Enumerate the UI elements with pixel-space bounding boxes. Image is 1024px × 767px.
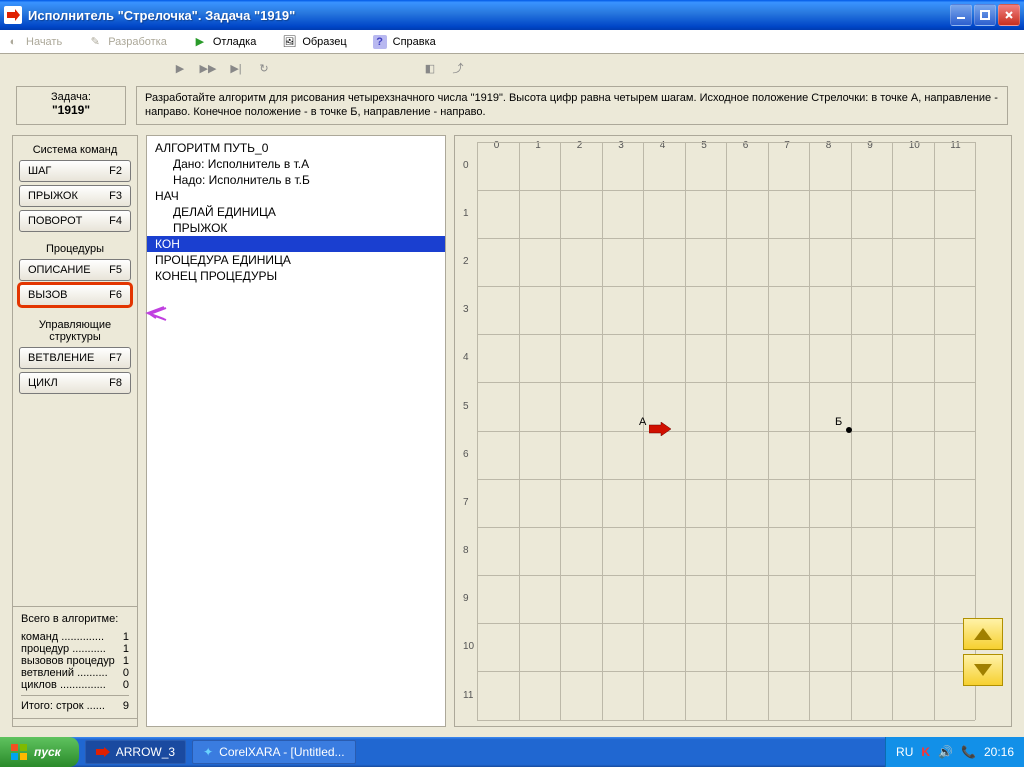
taskbar-task-corel[interactable]: ✦ CorelXARA - [Untitled... [192,740,355,764]
code-line[interactable]: ПРОЦЕДУРА ЕДИНИЦА [147,252,445,268]
task-row: Задача: "1919" Разработайте алгоритм для… [0,82,1024,135]
tray-icon[interactable]: 📞 [961,745,976,759]
system-tray[interactable]: RU K 🔊 📞 20:16 [885,737,1024,767]
stats-title: Всего в алгоритме: [21,613,129,625]
cmd-step[interactable]: ШАГF2 [19,160,131,182]
menu-bar: ◐Начать ✎Разработка ▶Отладка 🖼Образец ?С… [0,30,1024,54]
code-line[interactable]: ПРЫЖОК [147,220,445,236]
tray-icon[interactable]: K [921,745,930,759]
play-button[interactable]: ▶ [170,58,190,78]
cmd-jump[interactable]: ПРЫЖОКF3 [19,185,131,207]
fastforward-button[interactable]: ▶▶ [198,58,218,78]
close-button[interactable] [998,4,1020,26]
minimize-button[interactable] [950,4,972,26]
cmd-call[interactable]: ВЫЗОВF6 [19,284,131,306]
cmd-turn[interactable]: ПОВОРОТF4 [19,210,131,232]
skip-button[interactable]: ▶| [226,58,246,78]
stats-row: команд ..............1 [21,631,129,643]
nav-up-button[interactable] [963,618,1003,650]
stats-row: процедур ...........1 [21,643,129,655]
menu-debug[interactable]: ▶Отладка [193,35,256,49]
picture-icon: 🖼 [282,35,296,49]
code-editor[interactable]: АЛГОРИТМ ПУТЬ_0 Дано: Исполнитель в т.А … [146,135,446,727]
taskbar-task-arrow[interactable]: ARROW_3 [85,740,186,764]
code-line[interactable]: НАЧ [147,188,445,204]
nav-down-button[interactable] [963,654,1003,686]
task-id-box: Задача: "1919" [16,86,126,125]
maximize-button[interactable] [974,4,996,26]
edit-icon: ✎ [88,35,102,49]
code-line[interactable]: Дано: Исполнитель в т.А [147,156,445,172]
group1-title: Система команд [33,144,118,156]
task-text: Разработайте алгоритм для рисования четы… [136,86,1008,125]
lang-indicator[interactable]: RU [896,745,913,759]
stats-total: Итого: строк ......9 [21,700,129,712]
code-line[interactable]: АЛГОРИТМ ПУТЬ_0 [147,140,445,156]
hint-arrow-icon [144,304,168,324]
stats-panel: Всего в алгоритме: команд ..............… [12,606,138,719]
corel-icon: ✦ [203,745,213,759]
play-icon: ▶ [193,35,207,49]
tool-a-button[interactable]: ◧ [420,58,440,78]
stats-row: циклов ...............0 [21,679,129,691]
title-bar: Исполнитель "Стрелочка". Задача "1919" [0,0,1024,30]
code-line[interactable]: КОНЕЦ ПРОЦЕДУРЫ [147,268,445,284]
drawing-canvas[interactable]: 0123456789101101234567891011 А Б [477,142,975,720]
arrow-icon [96,747,110,757]
grid-panel: 0123456789101101234567891011 А Б [454,135,1012,727]
code-line[interactable]: ДЕЛАЙ ЕДИНИЦА [147,204,445,220]
window-title: Исполнитель "Стрелочка". Задача "1919" [28,8,950,23]
stats-row: вызовов процедур 1 [21,655,129,667]
menu-help[interactable]: ?Справка [373,35,436,49]
menu-develop: ✎Разработка [88,35,167,49]
cmd-loop[interactable]: ЦИКЛF8 [19,372,131,394]
group3-title: Управляющие структуры [18,319,132,343]
code-line-selected[interactable]: КОН [147,236,445,252]
tool-b-button[interactable]: ⤴ [448,58,468,78]
code-line[interactable]: Надо: Исполнитель в т.Б [147,172,445,188]
taskbar: пуск ARROW_3 ✦ CorelXARA - [Untitled... … [0,737,1024,767]
menu-sample[interactable]: 🖼Образец [282,35,346,49]
group2-title: Процедуры [46,243,104,255]
app-icon [4,6,22,24]
menu-start: ◐Начать [6,35,62,49]
point-a-label: А [639,416,646,428]
sphere-icon: ◐ [6,35,20,49]
loop-button[interactable]: ↻ [254,58,274,78]
arrow-cursor-icon [649,422,673,436]
stats-row: ветвлений ..........0 [21,667,129,679]
help-icon: ? [373,35,387,49]
cmd-describe[interactable]: ОПИСАНИЕF5 [19,259,131,281]
cmd-branch[interactable]: ВЕТВЛЕНИЕF7 [19,347,131,369]
point-b-marker [845,426,853,434]
point-b-label: Б [835,416,842,428]
tray-icon[interactable]: 🔊 [938,745,953,759]
windows-logo-icon [10,743,28,761]
clock[interactable]: 20:16 [984,745,1014,759]
start-button[interactable]: пуск [0,737,79,767]
toolbar-secondary: ▶ ▶▶ ▶| ↻ ◧ ⤴ [0,54,1024,82]
